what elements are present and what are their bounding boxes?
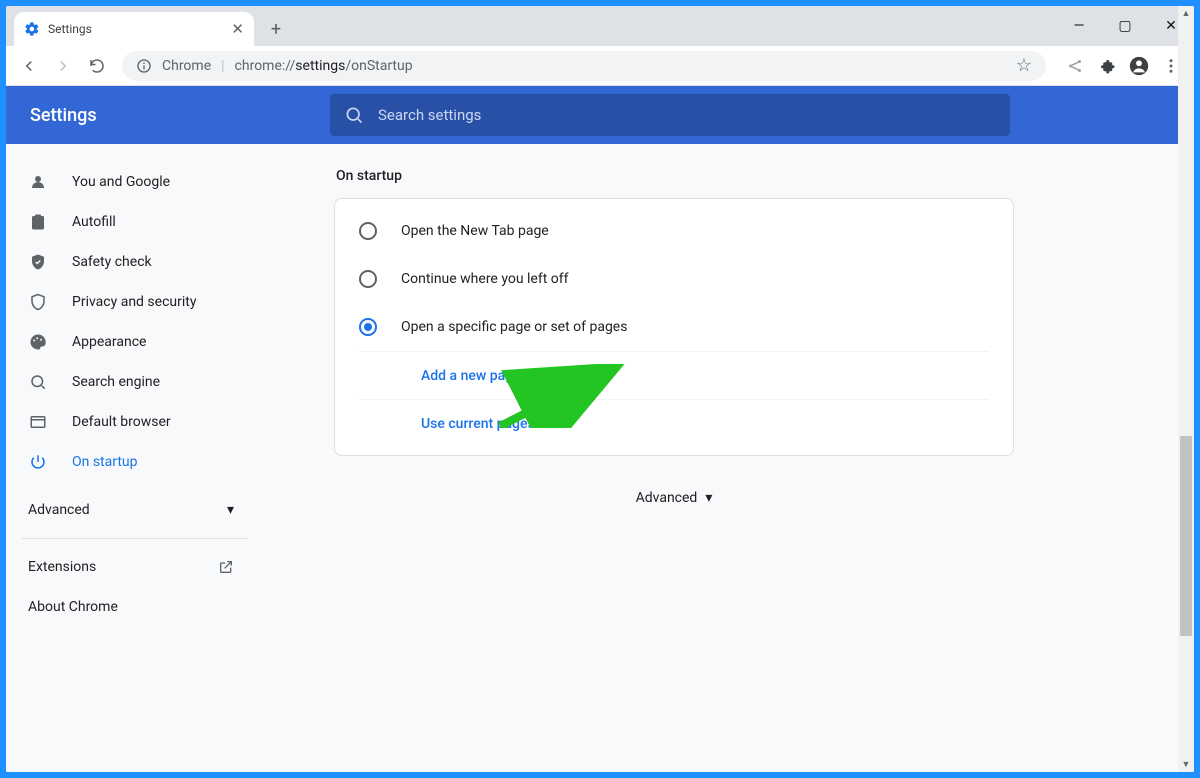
titlebar: Settings ✕ + — ▢ ✕: [6, 6, 1194, 46]
scroll-down-arrow-icon[interactable]: ▼: [1178, 759, 1194, 770]
sidebar-advanced-toggle[interactable]: Advanced ▾: [6, 490, 264, 530]
browser-tab[interactable]: Settings ✕: [14, 12, 254, 46]
add-new-page-link[interactable]: Add a new page: [359, 351, 989, 399]
sidebar-divider: [22, 538, 248, 539]
forward-button[interactable]: [48, 51, 78, 81]
shield-icon: [28, 293, 48, 311]
tab-title: Settings: [48, 22, 223, 36]
settings-sidebar: You and Google Autofill Safety check Pri…: [6, 144, 264, 772]
settings-body: You and Google Autofill Safety check Pri…: [6, 144, 1194, 772]
sidebar-item-privacy[interactable]: Privacy and security: [6, 282, 264, 322]
back-button[interactable]: [14, 51, 44, 81]
browser-window: Settings ✕ + — ▢ ✕ Chrome | chrome://se: [6, 6, 1194, 772]
tab-close-icon[interactable]: ✕: [231, 20, 244, 38]
sidebar-item-label: Appearance: [72, 334, 146, 350]
settings-gear-icon: [24, 21, 40, 37]
sidebar-item-you-and-google[interactable]: You and Google: [6, 162, 264, 202]
site-info-icon[interactable]: [136, 58, 152, 74]
sidebar-item-appearance[interactable]: Appearance: [6, 322, 264, 362]
radio-label: Open a specific page or set of pages: [401, 319, 627, 335]
browser-window-icon: [28, 413, 48, 431]
power-icon: [28, 453, 48, 471]
sidebar-about-label: About Chrome: [28, 599, 118, 615]
sidebar-extensions-link[interactable]: Extensions: [6, 547, 264, 587]
reload-button[interactable]: [82, 51, 112, 81]
radio-label: Open the New Tab page: [401, 223, 549, 239]
sidebar-item-safety-check[interactable]: Safety check: [6, 242, 264, 282]
radio-open-new-tab[interactable]: Open the New Tab page: [335, 207, 1013, 255]
address-bar[interactable]: Chrome | chrome://settings/onStartup ☆: [122, 51, 1046, 81]
url-origin-label: Chrome: [162, 58, 211, 74]
new-tab-button[interactable]: +: [262, 15, 290, 43]
window-maximize-button[interactable]: ▢: [1102, 6, 1148, 46]
extensions-puzzle-icon[interactable]: [1092, 51, 1122, 81]
section-title: On startup: [336, 168, 1144, 184]
person-icon: [28, 173, 48, 191]
sidebar-advanced-label: Advanced: [28, 502, 90, 518]
sidebar-item-label: You and Google: [72, 174, 170, 190]
sidebar-item-search-engine[interactable]: Search engine: [6, 362, 264, 402]
browser-toolbar: Chrome | chrome://settings/onStartup ☆: [6, 46, 1194, 86]
content-advanced-label: Advanced: [636, 490, 698, 506]
chevron-down-icon: ▾: [705, 490, 712, 506]
use-current-pages-link[interactable]: Use current pages: [359, 399, 989, 447]
window-minimize-button[interactable]: —: [1056, 6, 1102, 46]
radio-icon: [359, 270, 377, 288]
on-startup-card: Open the New Tab page Continue where you…: [334, 198, 1014, 456]
sidebar-item-label: Search engine: [72, 374, 160, 390]
share-icon[interactable]: [1060, 51, 1090, 81]
clipboard-icon: [28, 213, 48, 231]
toolbar-extension-icons: [1060, 51, 1186, 81]
shield-check-icon: [28, 253, 48, 271]
radio-label: Continue where you left off: [401, 271, 569, 287]
content-advanced-toggle[interactable]: Advanced ▾: [334, 490, 1014, 506]
radio-continue[interactable]: Continue where you left off: [335, 255, 1013, 303]
sidebar-extensions-label: Extensions: [28, 559, 96, 575]
settings-search[interactable]: [330, 94, 1010, 136]
palette-icon: [28, 333, 48, 351]
sidebar-item-label: On startup: [72, 454, 138, 470]
radio-icon: [359, 222, 377, 240]
bookmark-star-icon[interactable]: ☆: [1016, 55, 1032, 76]
sidebar-item-default-browser[interactable]: Default browser: [6, 402, 264, 442]
sidebar-item-on-startup[interactable]: On startup: [6, 442, 264, 482]
sidebar-item-label: Safety check: [72, 254, 152, 270]
chevron-down-icon: ▾: [227, 502, 234, 518]
settings-app-title: Settings: [30, 105, 330, 126]
sidebar-item-label: Autofill: [72, 214, 116, 230]
scrollbar-thumb[interactable]: [1180, 436, 1192, 636]
sidebar-item-label: Privacy and security: [72, 294, 196, 310]
url-separator: |: [221, 58, 224, 74]
vertical-scrollbar[interactable]: ▲ ▼: [1178, 144, 1194, 772]
search-icon: [28, 373, 48, 391]
settings-content: On startup Open the New Tab page Continu…: [264, 144, 1194, 772]
radio-specific-pages[interactable]: Open a specific page or set of pages: [335, 303, 1013, 351]
radio-icon: [359, 318, 377, 336]
sidebar-about-link[interactable]: About Chrome: [6, 587, 264, 627]
settings-search-input[interactable]: [378, 106, 996, 124]
window-controls: — ▢ ✕: [1056, 6, 1194, 46]
sidebar-item-label: Default browser: [72, 414, 171, 430]
open-external-icon: [218, 559, 234, 575]
url-text: chrome://settings/onStartup: [235, 58, 413, 74]
sidebar-item-autofill[interactable]: Autofill: [6, 202, 264, 242]
settings-header: Settings: [6, 86, 1194, 144]
search-icon: [344, 105, 364, 125]
profile-avatar-icon[interactable]: [1124, 51, 1154, 81]
